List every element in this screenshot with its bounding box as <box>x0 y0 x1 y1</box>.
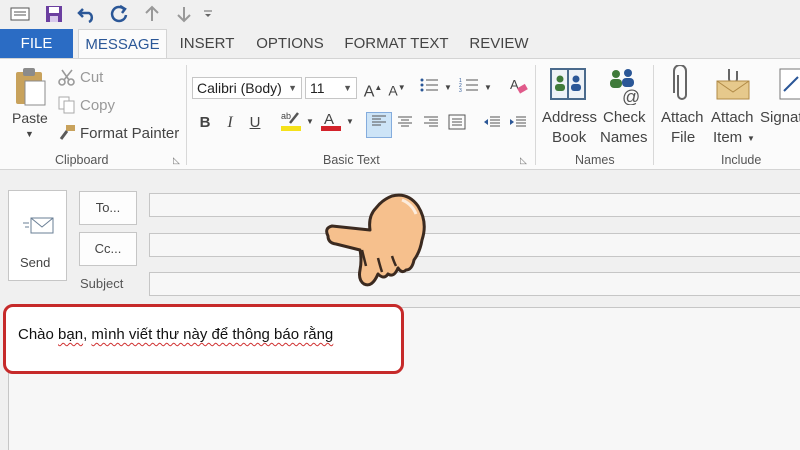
send-button[interactable]: Send <box>8 190 67 281</box>
chevron-down-icon[interactable]: ▼ <box>306 117 314 126</box>
paste-button[interactable]: Paste <box>12 110 48 126</box>
chevron-down-icon: ▼ <box>288 83 297 93</box>
pointing-hand-icon <box>322 188 434 303</box>
tab-message[interactable]: MESSAGE <box>78 29 167 59</box>
cut-icon[interactable] <box>58 68 76 91</box>
svg-text:A: A <box>324 111 334 128</box>
bullets-icon[interactable] <box>418 77 440 99</box>
mail-icon[interactable] <box>8 3 32 25</box>
to-button[interactable]: To... <box>79 191 137 225</box>
bold-button[interactable]: B <box>194 112 216 134</box>
basic-text-group-label: Basic Text <box>323 153 380 167</box>
to-field[interactable] <box>149 193 800 217</box>
align-center-icon[interactable] <box>394 114 416 136</box>
quick-access-toolbar <box>0 0 800 29</box>
font-size-value: 11 <box>310 80 325 96</box>
highlight-icon[interactable]: ab <box>280 109 302 131</box>
chevron-down-icon[interactable]: ▼ <box>25 129 34 139</box>
subject-field[interactable] <box>149 272 800 296</box>
clipboard-group-label: Clipboard <box>55 153 109 167</box>
increase-indent-icon[interactable] <box>507 114 529 136</box>
numbering-icon[interactable]: 123 <box>458 77 480 99</box>
chevron-down-icon: ▼ <box>343 83 352 93</box>
shrink-font-icon[interactable]: A▼ <box>386 77 408 99</box>
svg-text:3: 3 <box>459 88 462 93</box>
font-color-icon[interactable]: A <box>320 109 342 131</box>
group-separator <box>653 65 654 165</box>
attach-item-label-2[interactable]: Item <box>713 129 742 146</box>
send-label: Send <box>20 255 51 270</box>
address-book-icon[interactable] <box>549 65 587 108</box>
tab-review[interactable]: REVIEW <box>463 29 535 59</box>
tab-options[interactable]: OPTIONS <box>250 29 330 59</box>
attach-file-label-2[interactable]: File <box>671 129 695 146</box>
save-icon[interactable] <box>42 3 66 25</box>
underline-button[interactable]: U <box>244 112 266 134</box>
ribbon-tabs: FILE MESSAGE INSERT OPTIONS FORMAT TEXT … <box>0 29 800 59</box>
chevron-down-icon[interactable]: ▼ <box>747 134 755 143</box>
names-group-label: Names <box>575 153 615 167</box>
paperclip-icon[interactable] <box>671 64 693 110</box>
check-names-icon[interactable]: @ <box>604 65 644 110</box>
customize-icon[interactable] <box>200 3 216 25</box>
send-icon <box>23 215 55 242</box>
paste-icon[interactable] <box>13 67 47 112</box>
svg-text:@: @ <box>622 87 640 105</box>
copy-button[interactable]: Copy <box>80 97 115 114</box>
justify-icon[interactable] <box>446 114 468 136</box>
body-text-part: Chào <box>18 326 59 343</box>
signature-icon[interactable] <box>778 67 800 106</box>
group-separator <box>535 65 536 165</box>
italic-button[interactable]: I <box>219 112 241 134</box>
chevron-down-icon[interactable]: ▼ <box>444 83 452 92</box>
clear-formatting-icon[interactable]: A <box>508 77 530 99</box>
check-names-label-2[interactable]: Names <box>600 129 648 146</box>
svg-text:A: A <box>510 77 519 92</box>
cut-button[interactable]: Cut <box>80 69 103 86</box>
tab-file[interactable]: FILE <box>0 29 73 59</box>
chevron-down-icon[interactable]: ▼ <box>484 83 492 92</box>
dialog-launcher-icon[interactable]: ◺ <box>520 155 527 166</box>
attach-item-icon[interactable] <box>715 67 751 106</box>
attach-file-label-1[interactable]: Attach <box>661 109 704 126</box>
align-right-icon[interactable] <box>420 114 442 136</box>
chevron-down-icon[interactable]: ▼ <box>346 117 354 126</box>
tab-insert[interactable]: INSERT <box>174 29 240 59</box>
redo-icon[interactable] <box>107 3 131 25</box>
svg-text:ab: ab <box>281 111 291 121</box>
attach-item-label-1[interactable]: Attach <box>711 109 754 126</box>
format-painter-icon[interactable] <box>58 124 76 147</box>
address-book-label-1[interactable]: Address <box>542 109 597 126</box>
format-painter-button[interactable]: Format Painter <box>80 125 179 142</box>
decrease-indent-icon[interactable] <box>481 114 503 136</box>
group-separator <box>186 65 187 165</box>
check-names-label-1[interactable]: Check <box>603 109 646 126</box>
misspelled-phrase: mình viết thư này để thông báo rằng <box>91 326 334 343</box>
cc-button[interactable]: Cc... <box>79 232 137 266</box>
grow-font-icon[interactable]: A▲ <box>362 77 384 100</box>
copy-icon[interactable] <box>58 96 76 119</box>
align-left-icon[interactable] <box>366 112 392 138</box>
message-body-text[interactable]: Chào bạn, mình viết thư này để thông báo… <box>18 326 333 343</box>
tab-format-text[interactable]: FORMAT TEXT <box>340 29 453 59</box>
font-size-combo[interactable]: 11 ▼ <box>305 77 357 99</box>
cc-field[interactable] <box>149 233 800 257</box>
ribbon: Paste ▼ Cut Copy Format Painter Clipboar… <box>0 58 800 170</box>
font-name-combo[interactable]: Calibri (Body) ▼ <box>192 77 302 99</box>
misspelled-word: bạn <box>58 326 84 343</box>
address-book-label-2[interactable]: Book <box>552 129 586 146</box>
undo-icon[interactable] <box>75 3 99 25</box>
signature-label[interactable]: Signat <box>760 109 800 126</box>
dialog-launcher-icon[interactable]: ◺ <box>173 155 180 166</box>
down-arrow-icon[interactable] <box>172 3 196 25</box>
subject-label: Subject <box>80 276 124 291</box>
font-name-value: Calibri (Body) <box>197 80 282 96</box>
include-group-label: Include <box>721 153 762 167</box>
up-arrow-icon[interactable] <box>140 3 164 25</box>
